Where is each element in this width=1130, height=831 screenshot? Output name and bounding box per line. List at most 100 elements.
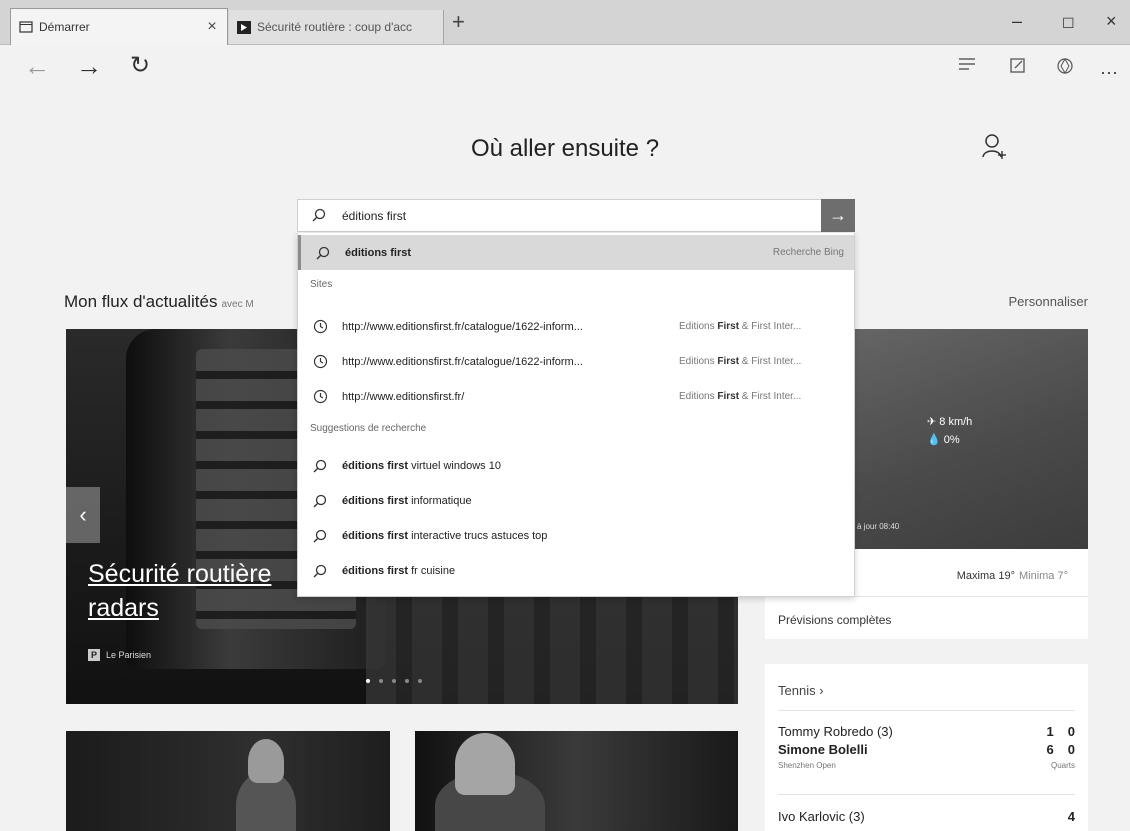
previous-slide-button[interactable]: ‹ [66,487,100,543]
suggestion-text: éditions first informatique [342,495,854,507]
match[interactable]: Tommy Robredo (3) 10 Simone Bolelli 60 S… [778,722,1075,772]
close-tab-icon[interactable]: × [197,18,227,36]
news-card[interactable] [66,731,390,831]
set-score: 6 [1046,741,1054,757]
forward-button[interactable]: → [76,53,102,79]
search-suggestion[interactable]: éditions first interactive trucs astuces… [298,518,854,553]
source-name: Le Parisien [106,650,152,660]
suggestion-text: éditions first [345,247,734,259]
set-score: 1 [1046,723,1054,739]
suggestion-text: éditions first virtuel windows 10 [342,460,854,472]
suggestion-completion: interactive trucs astuces top [408,529,548,542]
weather-rain: 💧 0% [927,433,960,446]
temperature-range: Maxima 19° Minima 7° [957,570,1068,582]
search-box[interactable]: → [297,199,855,232]
tab-securite-routiere[interactable]: Sécurité routière : coup d'acc [229,10,444,44]
match[interactable]: Ivo Karlovic (3) 4 [778,807,1075,825]
search-input[interactable] [342,206,802,226]
hub-icon[interactable] [958,57,976,76]
suggestion-text: éditions first fr cuisine [342,565,854,577]
suggestion-match: éditions first [342,564,409,577]
news-photo-face [455,733,515,795]
slide-indicator[interactable] [366,679,422,683]
match-round: Quarts [1050,760,1075,770]
set-score: 4 [1067,808,1075,824]
suggestion-match: éditions first [342,494,409,507]
share-icon[interactable] [1056,57,1074,80]
search-suggestion[interactable]: éditions first informatique [298,483,854,518]
history-icon [298,319,342,334]
hero-headline[interactable]: Sécurité routière radars [88,557,271,625]
site-suggestion[interactable]: http://www.editionsfirst.fr/catalogue/16… [298,344,854,379]
suggestion-completion: fr cuisine [408,564,456,577]
new-tab-button[interactable]: + [452,11,465,33]
news-card[interactable] [415,731,738,831]
rain-value: 0% [943,434,960,446]
search-icon [298,564,342,578]
wind-value: 8 km/h [939,416,973,428]
search-engine-label: Recherche Bing [772,247,844,258]
suggestion-completion: informatique [408,494,472,507]
set-score: 0 [1067,723,1075,739]
site-title-part: Editions [679,391,718,402]
feed-source: avec M [221,299,254,310]
tab-demarrer[interactable]: Démarrer × [10,8,228,45]
match-player-row: Simone Bolelli 60 [778,740,1075,758]
slide-dot[interactable] [379,679,383,683]
player-score: 4 [1054,809,1075,824]
slide-dot[interactable] [418,679,422,683]
site-title: Editions First & First Inter... [679,391,854,402]
suggestion-completion: virtuel windows 10 [408,459,501,472]
page-title: Où aller ensuite ? [470,135,660,162]
search-suggestion[interactable]: éditions first virtuel windows 10 [298,448,854,483]
site-favicon-icon [237,21,251,34]
maximize-button[interactable]: ☐ [1062,14,1075,32]
site-suggestion[interactable]: http://www.editionsfirst.fr/ Editions Fi… [298,379,854,414]
bing-search-suggestion[interactable]: éditions first Recherche Bing [298,235,854,270]
site-url: http://www.editionsfirst.fr/catalogue/16… [342,320,583,333]
site-title-part: Editions [679,321,718,332]
raindrop-icon: 💧 [927,434,944,446]
site-title-part: & First Inter... [739,321,802,332]
slide-dot[interactable] [405,679,409,683]
minimize-button[interactable]: – [1012,12,1022,30]
tab-title: Sécurité routière : coup d'acc [257,20,413,34]
match-meta: Shenzhen Open Quarts [778,758,1075,772]
suggestion-text: éditions first interactive trucs astuces… [342,530,854,542]
more-options-button[interactable]: ··· [1100,59,1118,85]
tennis-title[interactable]: Tennis › [778,683,824,698]
site-title: Editions First & First Inter... [679,321,854,332]
history-icon [298,354,342,369]
forecast-row[interactable]: Prévisions complètes [765,597,1088,639]
tennis-card[interactable]: Tennis › Tommy Robredo (3) 10 Simone Bol… [765,664,1088,831]
news-photo-face [248,739,284,783]
tab-title: Démarrer [39,20,90,34]
divider [778,794,1075,795]
slide-dot[interactable] [366,679,370,683]
personalize-link[interactable]: Personnaliser [1009,294,1089,309]
full-forecast-link[interactable]: Prévisions complètes [778,613,891,627]
player-name: Tommy Robredo (3) [778,723,893,739]
add-profile-icon[interactable] [982,133,1006,164]
search-icon [298,459,342,473]
slide-dot[interactable] [392,679,396,683]
back-button[interactable]: ← [24,53,50,79]
search-icon [298,529,342,543]
page-icon [19,21,33,33]
site-title-part: Editions [679,356,718,367]
search-suggestion[interactable]: éditions first fr cuisine [298,553,854,588]
set-score: 0 [1067,741,1075,757]
search-icon [312,208,326,227]
source-logo: P [88,649,100,661]
match-player-row: Tommy Robredo (3) 10 [778,722,1075,740]
temp-min: Minima 7° [1018,570,1068,582]
close-window-button[interactable]: × [1106,12,1117,30]
search-go-button[interactable]: → [821,199,855,232]
web-note-icon[interactable] [1010,57,1026,78]
site-title-highlight: First [717,321,740,332]
site-title: Editions First & First Inter... [679,356,854,367]
search-icon [298,494,342,508]
navigation-bar: ← → ↻ ··· [0,45,1130,95]
refresh-button[interactable]: ↻ [130,53,150,79]
site-suggestion[interactable]: http://www.editionsfirst.fr/catalogue/16… [298,309,854,344]
